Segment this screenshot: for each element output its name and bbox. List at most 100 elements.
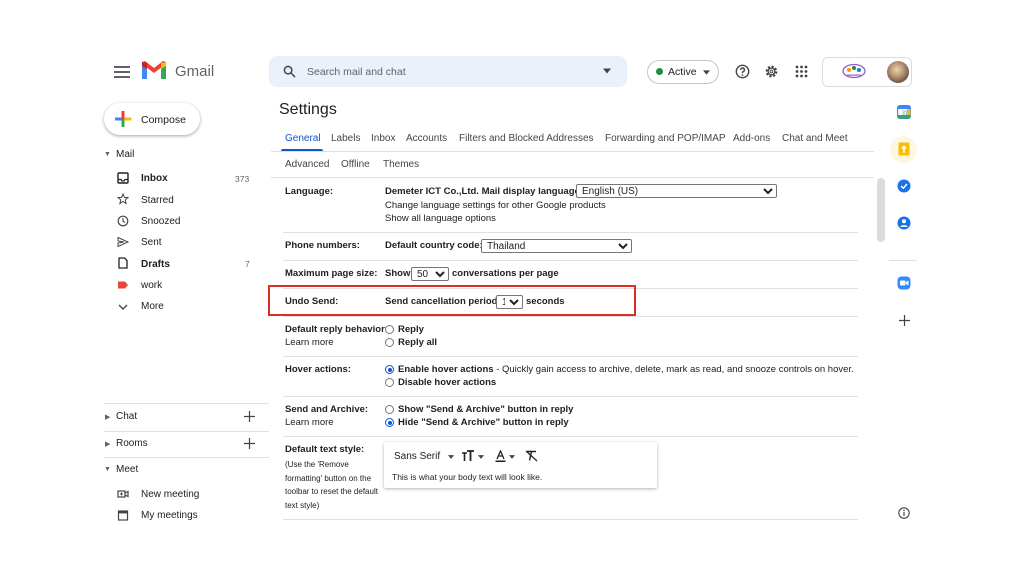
expand-triangle-icon[interactable]: ▶ [105, 440, 110, 448]
show-send-archive-radio[interactable] [385, 405, 394, 414]
gear-icon[interactable] [764, 64, 779, 79]
chat-section-header[interactable]: Chat [116, 411, 137, 422]
tab-accounts[interactable]: Accounts [406, 133, 447, 144]
calendar-app-icon[interactable]: 31 [897, 105, 911, 119]
disable-hover-option: Disable hover actions [398, 377, 497, 388]
page-size-prefix: Show [385, 268, 411, 279]
divider [104, 431, 269, 432]
draft-icon [118, 257, 128, 269]
tab-themes[interactable]: Themes [383, 159, 419, 170]
show-language-options-link[interactable]: Show all language options [385, 213, 496, 224]
nav-label: work [141, 280, 163, 291]
new-room-plus-icon[interactable] [244, 438, 255, 449]
scrollbar[interactable] [877, 178, 885, 242]
new-chat-plus-icon[interactable] [244, 411, 255, 422]
enable-hover-description: - Quickly gain access to archive, delete… [493, 364, 854, 375]
zoom-app-icon[interactable] [897, 276, 911, 290]
divider [283, 260, 858, 261]
reply-radio[interactable] [385, 325, 394, 334]
apps-grid-icon[interactable] [795, 65, 808, 78]
hide-send-archive-radio[interactable] [385, 418, 394, 427]
chevron-down-icon[interactable] [478, 455, 484, 459]
draft-count: 7 [245, 259, 250, 269]
language-label: Language: [285, 186, 334, 197]
note-line: toolbar to reset the default [285, 487, 378, 496]
collapse-triangle-icon[interactable]: ▼ [104, 151, 111, 158]
text-style-note: (Use the 'Remove formatting' button on t… [285, 458, 378, 512]
main-menu-button[interactable] [114, 63, 130, 79]
star-icon [117, 193, 129, 205]
reply-behavior-label: Default reply behavior: [285, 324, 388, 335]
font-size-icon[interactable] [461, 450, 475, 462]
nav-label: Inbox [141, 173, 168, 184]
clock-icon [117, 215, 129, 227]
tab-filters[interactable]: Filters and Blocked Addresses [459, 133, 594, 144]
reply-all-radio[interactable] [385, 338, 394, 347]
search-options-icon[interactable] [603, 68, 611, 74]
collapse-triangle-icon[interactable]: ▼ [104, 466, 111, 473]
get-addons-plus-icon[interactable] [899, 315, 910, 326]
meet-section-header[interactable]: Meet [116, 464, 138, 475]
enable-hover-radio[interactable] [385, 365, 394, 374]
chevron-down-icon[interactable] [509, 455, 515, 459]
hover-actions-label: Hover actions: [285, 364, 351, 375]
divider [283, 232, 858, 233]
avatar[interactable] [887, 61, 909, 83]
text-color-icon[interactable] [495, 450, 506, 462]
plus-icon [115, 111, 132, 127]
tab-inbox[interactable]: Inbox [371, 133, 395, 144]
tab-addons[interactable]: Add-ons [733, 133, 770, 144]
send-archive-label: Send and Archive: [285, 404, 369, 415]
tab-offline[interactable]: Offline [341, 159, 370, 170]
divider [889, 260, 917, 261]
disable-hover-radio[interactable] [385, 378, 394, 387]
tasks-app-icon[interactable] [897, 179, 911, 193]
language-select[interactable]: English (US) [576, 184, 777, 198]
show-send-archive-option: Show "Send & Archive" button in reply [398, 404, 574, 415]
search-input[interactable]: Search mail and chat [307, 66, 406, 78]
language-prefix: Demeter ICT Co.,Ltd. Mail display langua… [385, 186, 583, 197]
reply-option-label: Reply [398, 324, 424, 335]
page-title: Settings [279, 101, 337, 118]
label-icon [118, 281, 128, 289]
tab-general[interactable]: General [285, 133, 321, 144]
chevron-down-icon [703, 70, 710, 75]
country-code-select[interactable]: Thailand [481, 239, 632, 253]
tab-labels[interactable]: Labels [331, 133, 360, 144]
status-dot-icon [656, 68, 663, 75]
tab-chat-meet[interactable]: Chat and Meet [782, 133, 848, 144]
video-icon [117, 490, 129, 498]
status-label: Active [668, 66, 697, 78]
chevron-down-icon[interactable] [448, 455, 454, 459]
tab-forwarding[interactable]: Forwarding and POP/IMAP [605, 133, 726, 144]
tab-advanced[interactable]: Advanced [285, 159, 329, 170]
expand-triangle-icon[interactable]: ▶ [105, 413, 110, 421]
text-style-preview: This is what your body text will look li… [392, 472, 543, 482]
divider [283, 519, 858, 520]
font-family-dropdown[interactable]: Sans Serif [394, 451, 440, 462]
unread-count: 373 [235, 174, 250, 184]
change-language-link[interactable]: Change language settings for other Googl… [385, 200, 606, 211]
mail-section-header[interactable]: Mail [116, 149, 134, 160]
remove-formatting-icon[interactable] [525, 450, 538, 462]
divider [104, 403, 269, 404]
send-archive-learn-more-link[interactable]: Learn more [285, 417, 334, 428]
keep-app-icon[interactable] [897, 142, 911, 156]
calendar-icon [117, 510, 129, 521]
note-line: text style) [285, 500, 320, 510]
page-size-select[interactable]: 50 [411, 267, 449, 281]
info-icon[interactable] [898, 507, 910, 519]
search-icon[interactable] [283, 65, 296, 78]
help-icon[interactable] [735, 64, 750, 79]
page-size-label: Maximum page size: [285, 268, 378, 279]
rooms-section-header[interactable]: Rooms [116, 438, 148, 449]
nav-label: More [141, 301, 164, 312]
reply-learn-more-link[interactable]: Learn more [285, 337, 334, 348]
organization-logo [842, 63, 866, 79]
contacts-app-icon[interactable] [897, 216, 911, 230]
divider [283, 316, 858, 317]
note-line: formatting' button on the [285, 473, 372, 483]
nav-label: New meeting [141, 489, 200, 500]
hide-send-archive-option: Hide "Send & Archive" button in reply [398, 417, 569, 428]
inbox-icon [117, 172, 129, 184]
